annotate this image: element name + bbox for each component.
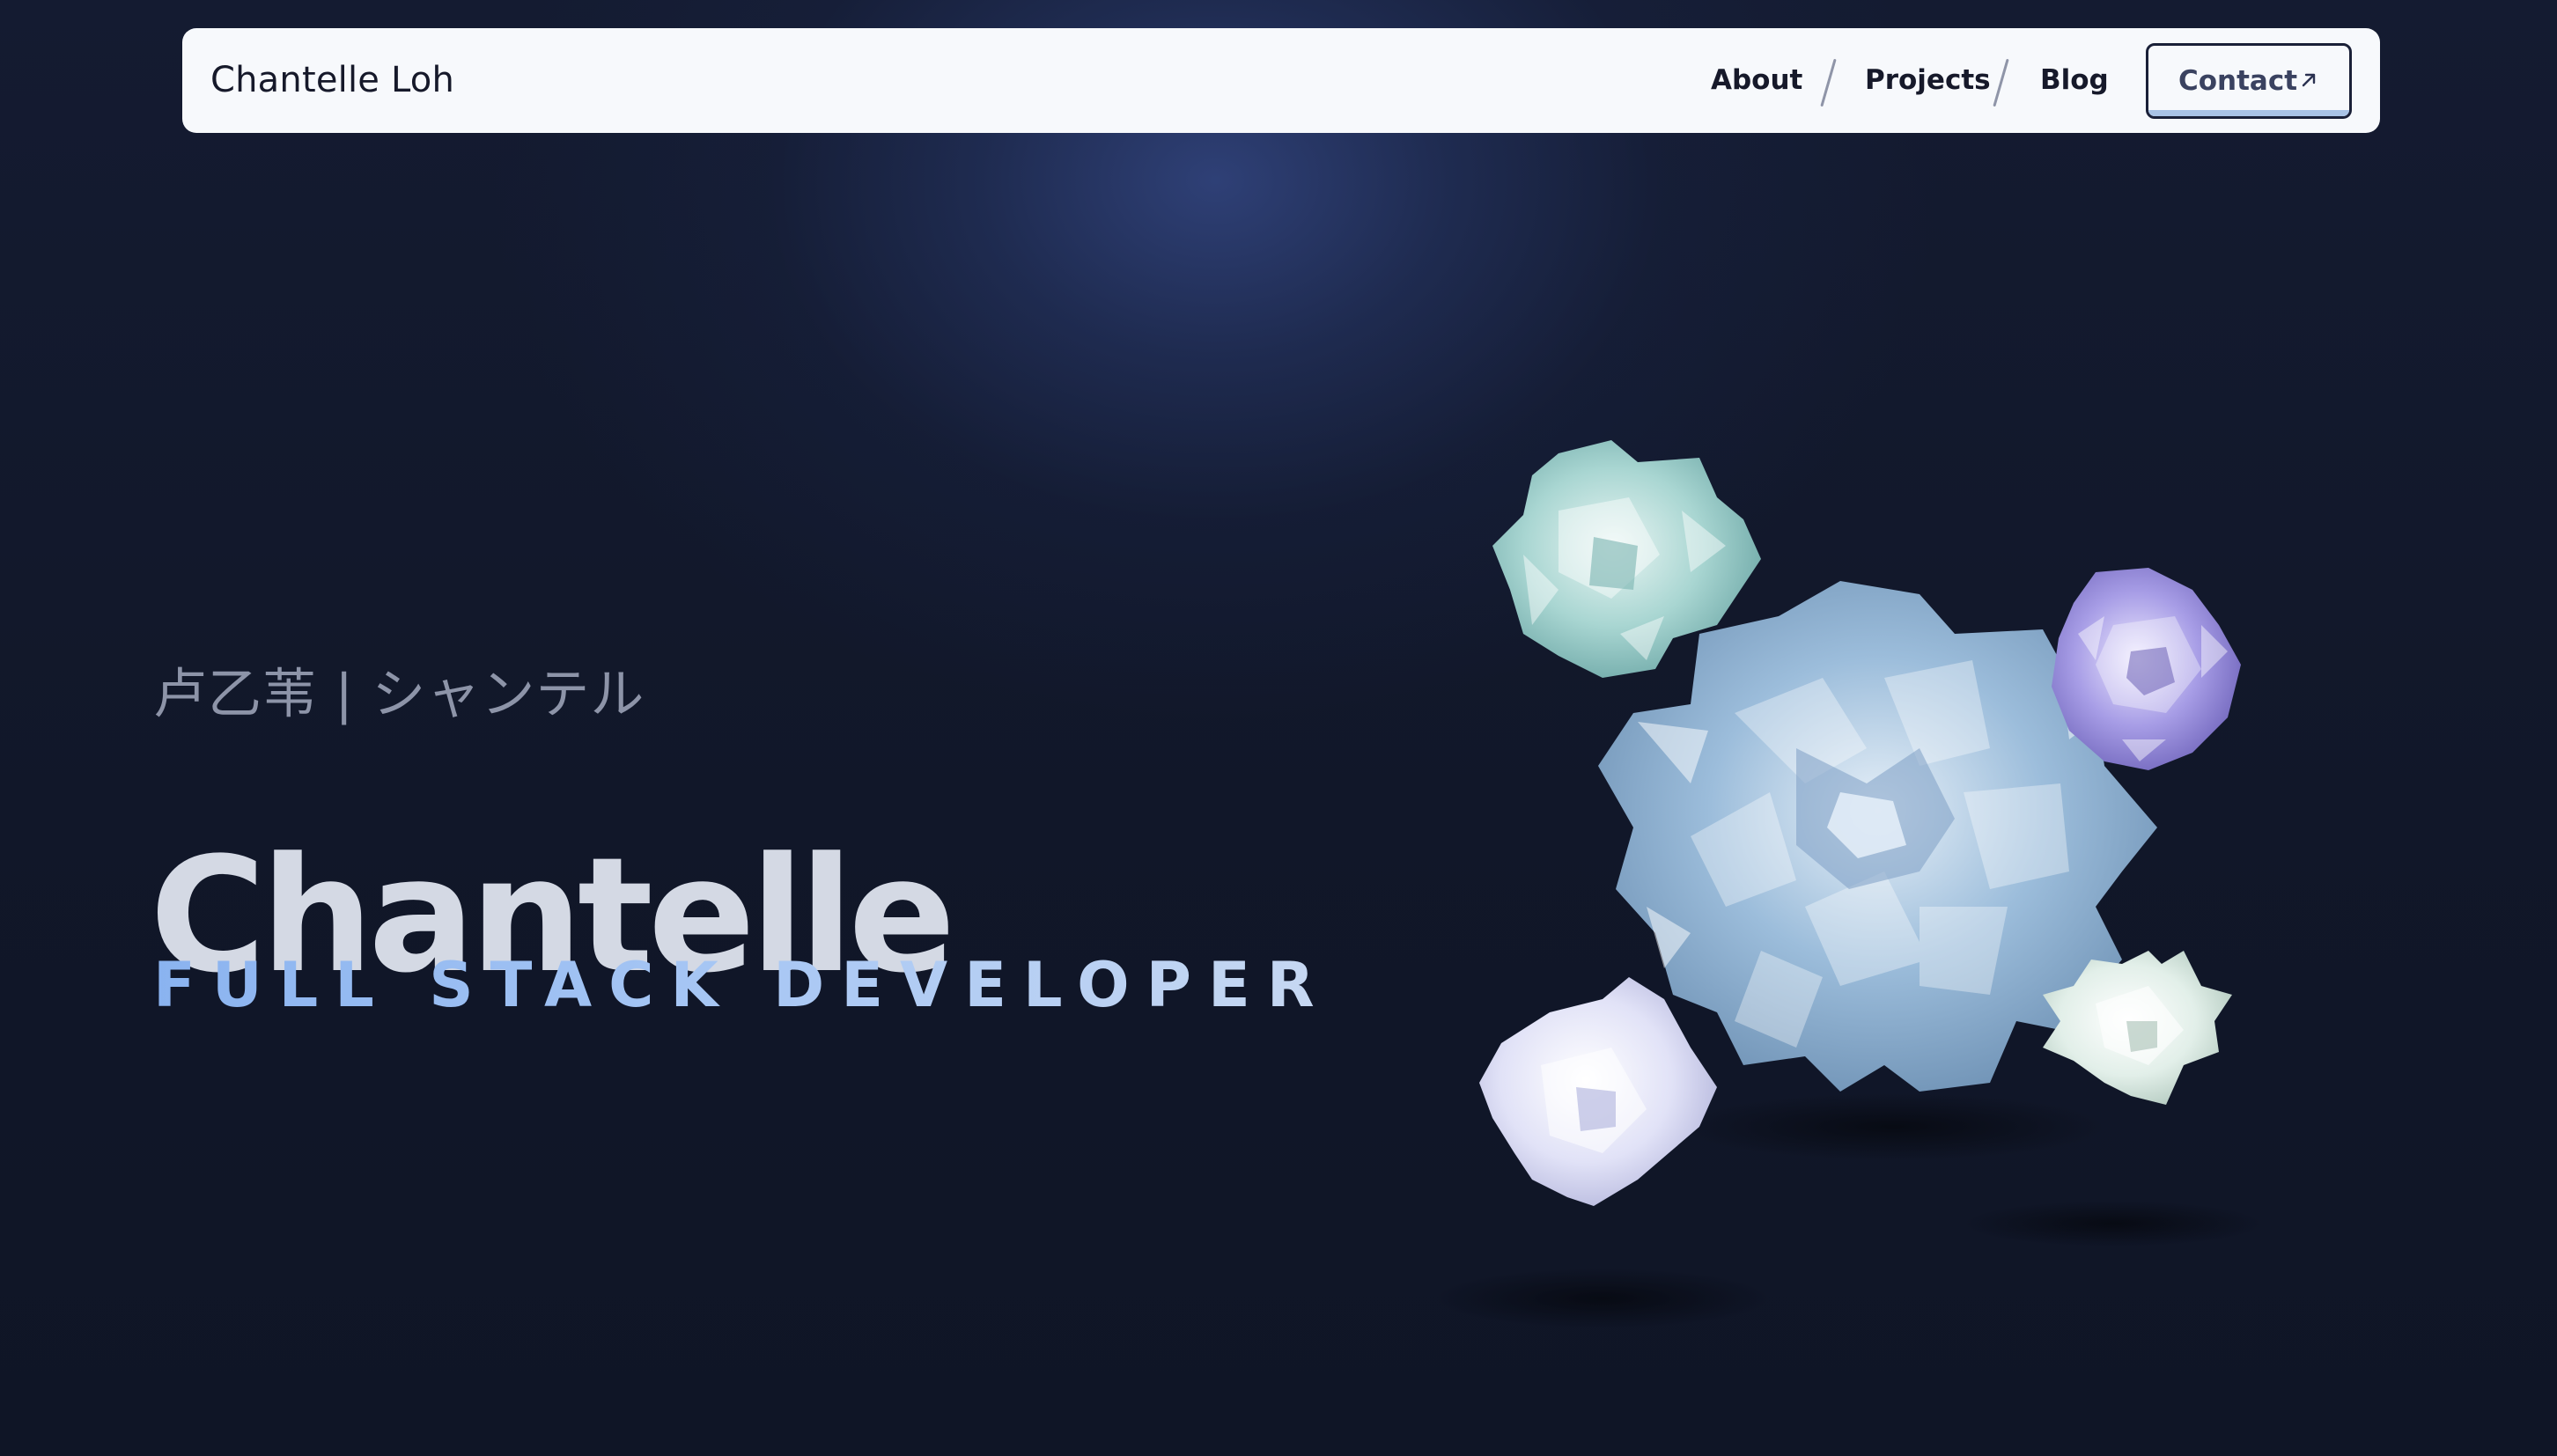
- nav-link-about[interactable]: About: [1711, 28, 1802, 133]
- nav-link-projects[interactable]: Projects: [1865, 28, 1991, 133]
- hero-role: FULL STACK DEVELOPER: [153, 949, 1331, 1021]
- flower-shadow: [1964, 1201, 2263, 1246]
- flower-illustration: [1426, 414, 2307, 1347]
- contact-button[interactable]: Contact: [2146, 43, 2352, 119]
- nav-divider: [1993, 58, 2009, 107]
- nav-link-blog[interactable]: Blog: [2040, 28, 2109, 133]
- white-rose-flower: [1479, 977, 1717, 1206]
- brand-logo[interactable]: Chantelle Loh: [210, 28, 454, 133]
- nav-divider: [1820, 58, 1837, 107]
- navbar: Chantelle Loh About Projects Blog Contac…: [182, 28, 2380, 133]
- contact-button-underline: [2148, 110, 2349, 116]
- hero-native-name: 卢乙苇 | シャンテル: [153, 663, 645, 725]
- lavender-rose-flower: [2052, 568, 2241, 770]
- contact-button-label: Contact: [2178, 65, 2298, 97]
- flower-shadow: [1435, 1268, 1770, 1328]
- arrow-up-right-icon: [2302, 73, 2316, 87]
- flower-shadow: [1682, 1093, 2104, 1160]
